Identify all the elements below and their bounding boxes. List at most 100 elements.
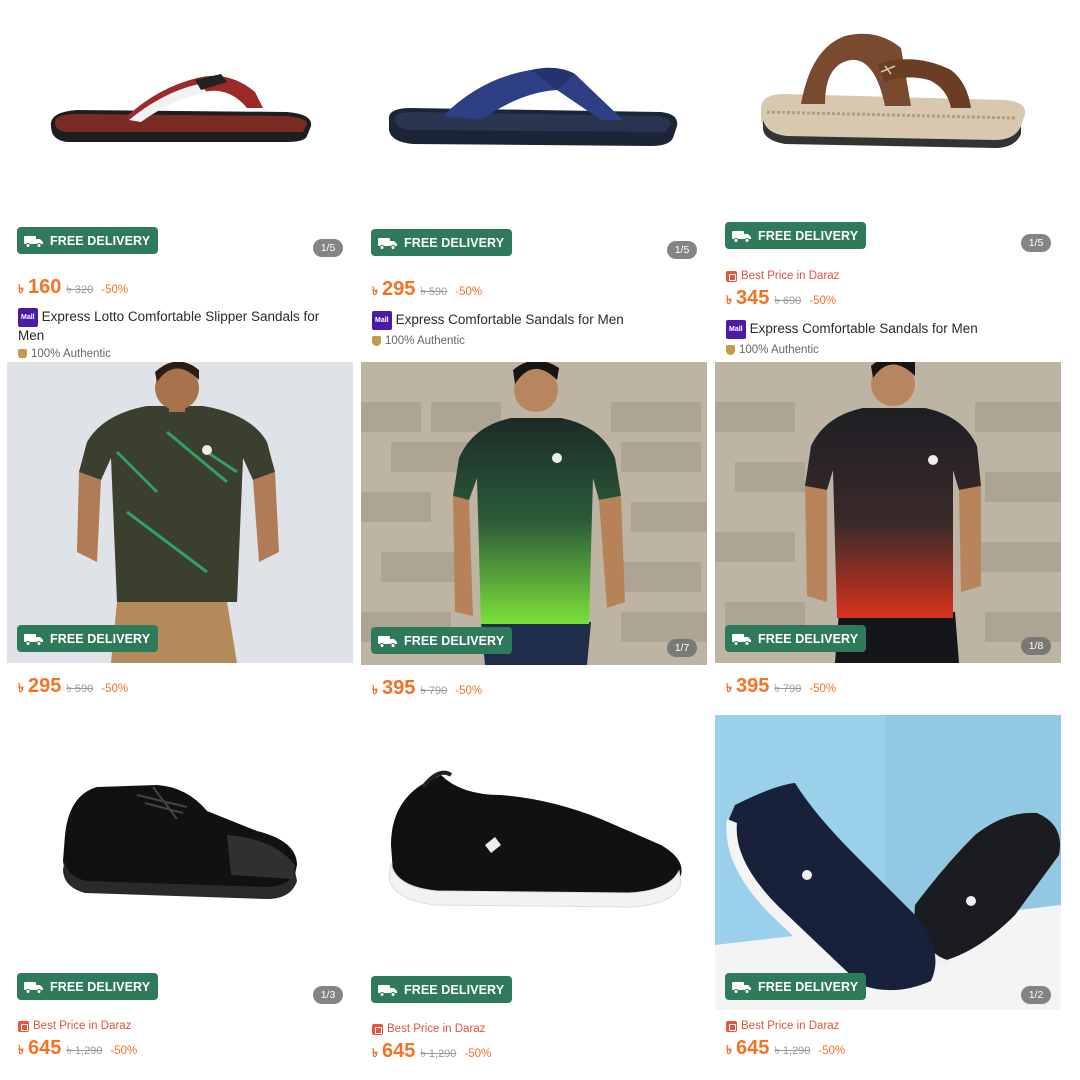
currency-symbol: ৳ — [372, 683, 378, 697]
price-row: ৳ 295 ৳ 590 -50% — [18, 675, 128, 700]
price-row: ৳ 645 ৳ 1,290 -50% — [18, 1037, 137, 1062]
original-price: ৳ 320 — [66, 284, 94, 296]
currency-symbol: ৳ — [372, 284, 378, 298]
current-price: 645 — [381, 1040, 416, 1062]
product-card[interactable]: FREE DELIVERY 1/5 ৳ 295 ৳ 590 -50% Mall E… — [361, 8, 707, 358]
image-counter: 1/5 — [667, 241, 697, 259]
current-price: 345 — [735, 287, 770, 309]
currency-symbol: ৳ — [372, 1046, 378, 1060]
free-delivery-badge: FREE DELIVERY — [725, 625, 867, 652]
free-delivery-badge: FREE DELIVERY — [371, 976, 513, 1003]
currency-symbol: ৳ — [18, 282, 24, 296]
original-price: ৳ 1,290 — [774, 1045, 811, 1057]
image-counter: 1/8 — [1021, 637, 1051, 655]
original-price: ৳ 790 — [774, 683, 802, 695]
best-price-icon — [726, 270, 737, 282]
product-card[interactable]: FREE DELIVERY 1/5 ৳ 160 ৳ 320 -50% Mall E… — [7, 8, 353, 358]
currency-symbol: ৳ — [18, 1043, 24, 1057]
free-delivery-badge: FREE DELIVERY — [371, 627, 513, 654]
truck-icon — [732, 230, 751, 243]
price-row: ৳ 395 ৳ 790 -50% — [372, 677, 482, 702]
original-price: ৳ 690 — [774, 295, 802, 307]
free-delivery-badge: FREE DELIVERY — [17, 625, 159, 652]
shield-icon — [18, 349, 27, 358]
truck-icon — [378, 635, 397, 648]
discount-label: -50% — [818, 1045, 846, 1057]
authentic-label: 100% Authentic — [18, 348, 111, 358]
discount-label: -50% — [809, 295, 837, 307]
product-title-text[interactable]: Express Comfortable Sandals for Men — [750, 321, 978, 336]
product-card[interactable]: FREE DELIVERY 1/8 ৳ 395 ৳ 790 -50% — [715, 362, 1061, 707]
authentic-label: 100% Authentic — [726, 344, 819, 356]
best-price-icon — [372, 1023, 383, 1035]
current-price: 395 — [735, 675, 770, 697]
price-row: ৳ 645 ৳ 1,290 -50% — [372, 1040, 491, 1065]
price-row: ৳ 645 ৳ 1,290 -50% — [726, 1037, 845, 1062]
discount-label: -50% — [455, 286, 483, 298]
image-counter: 1/7 — [667, 639, 697, 657]
product-image[interactable] — [361, 362, 707, 665]
truck-icon — [732, 633, 751, 646]
truck-icon — [24, 981, 43, 994]
product-card[interactable]: FREE DELIVERY 1/5 Best Price in Daraz ৳ … — [715, 8, 1061, 358]
product-image[interactable] — [7, 715, 353, 965]
product-image[interactable] — [7, 8, 353, 220]
current-price: 645 — [27, 1037, 62, 1059]
free-delivery-badge: FREE DELIVERY — [17, 973, 159, 1000]
best-price-label: Best Price in Daraz — [372, 1023, 485, 1035]
product-card[interactable]: FREE DELIVERY 1/7 ৳ 395 ৳ 790 -50% — [361, 362, 707, 707]
original-price: ৳ 590 — [420, 286, 448, 298]
product-card[interactable]: FREE DELIVERY 1/3 Best Price in Daraz ৳ … — [7, 715, 353, 1080]
product-image[interactable] — [715, 362, 1061, 663]
product-image[interactable] — [7, 362, 353, 663]
price-row: ৳ 395 ৳ 790 -50% — [726, 675, 836, 700]
product-card[interactable]: FREE DELIVERY Best Price in Daraz ৳ 645 … — [361, 715, 707, 1080]
discount-label: -50% — [455, 685, 483, 697]
product-title[interactable]: Mall Express Lotto Comfortable Slipper Sa… — [18, 308, 341, 344]
product-image[interactable] — [361, 8, 707, 220]
truck-icon — [732, 981, 751, 994]
image-counter: 1/2 — [1021, 986, 1051, 1004]
mall-badge: Mall — [18, 308, 38, 327]
current-price: 295 — [381, 278, 416, 300]
current-price: 160 — [27, 276, 62, 298]
current-price: 395 — [381, 677, 416, 699]
product-image[interactable] — [715, 8, 1061, 216]
price-row: ৳ 295 ৳ 590 -50% — [372, 278, 482, 303]
product-title[interactable]: Mall Express Comfortable Sandals for Men — [726, 320, 1049, 339]
image-counter: 1/5 — [313, 239, 343, 257]
currency-symbol: ৳ — [726, 1043, 732, 1057]
currency-symbol: ৳ — [726, 293, 732, 307]
original-price: ৳ 590 — [66, 683, 94, 695]
product-image[interactable] — [361, 715, 707, 967]
truck-icon — [378, 984, 397, 997]
best-price-icon — [726, 1020, 737, 1032]
original-price: ৳ 1,290 — [66, 1045, 103, 1057]
best-price-icon — [18, 1020, 29, 1032]
price-row: ৳ 345 ৳ 690 -50% — [726, 287, 836, 312]
best-price-label: Best Price in Daraz — [726, 1020, 839, 1032]
product-card[interactable]: FREE DELIVERY ৳ 295 ৳ 590 -50% — [7, 362, 353, 707]
authentic-label: 100% Authentic — [372, 335, 465, 347]
mall-badge: Mall — [726, 320, 746, 339]
shield-icon — [726, 345, 735, 355]
truck-icon — [24, 235, 43, 248]
free-delivery-badge: FREE DELIVERY — [725, 973, 867, 1000]
shield-icon — [372, 336, 381, 346]
free-delivery-badge: FREE DELIVERY — [17, 227, 159, 254]
currency-symbol: ৳ — [18, 681, 24, 695]
product-card[interactable]: FREE DELIVERY 1/2 Best Price in Daraz ৳ … — [715, 715, 1061, 1080]
product-title-text[interactable]: Express Lotto Comfortable Slipper Sandal… — [18, 309, 319, 343]
image-counter: 1/3 — [313, 986, 343, 1004]
discount-label: -50% — [101, 284, 129, 296]
product-title-text[interactable]: Express Comfortable Sandals for Men — [396, 312, 624, 327]
best-price-label: Best Price in Daraz — [18, 1020, 131, 1032]
product-grid: FREE DELIVERY 1/5 ৳ 160 ৳ 320 -50% Mall E… — [0, 0, 1080, 1080]
mall-badge: Mall — [372, 311, 392, 330]
free-delivery-badge: FREE DELIVERY — [725, 222, 867, 249]
original-price: ৳ 1,290 — [420, 1048, 457, 1060]
product-title[interactable]: Mall Express Comfortable Sandals for Men — [372, 311, 695, 330]
original-price: ৳ 790 — [420, 685, 448, 697]
product-image[interactable] — [715, 715, 1061, 1010]
truck-icon — [378, 237, 397, 250]
